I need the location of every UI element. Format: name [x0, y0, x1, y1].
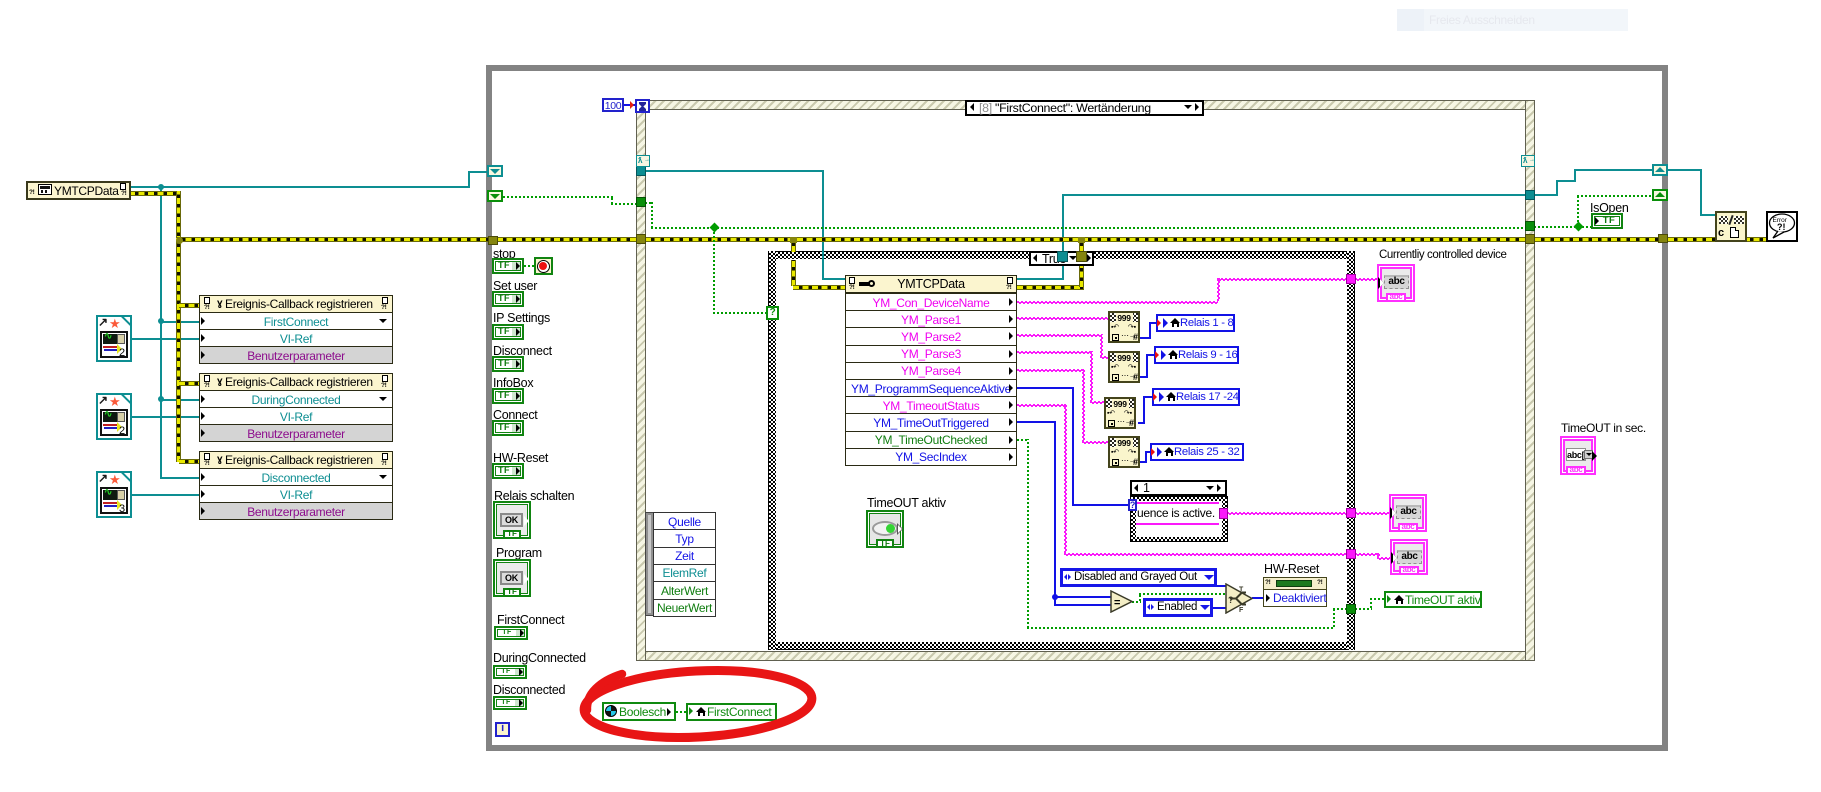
svg-text:?: ? — [1228, 595, 1234, 605]
svg-text:T: T — [1239, 587, 1244, 594]
svg-text:?!: ?! — [1777, 222, 1786, 232]
svg-text:=: = — [1114, 597, 1120, 609]
svg-text:F: F — [1239, 607, 1244, 614]
